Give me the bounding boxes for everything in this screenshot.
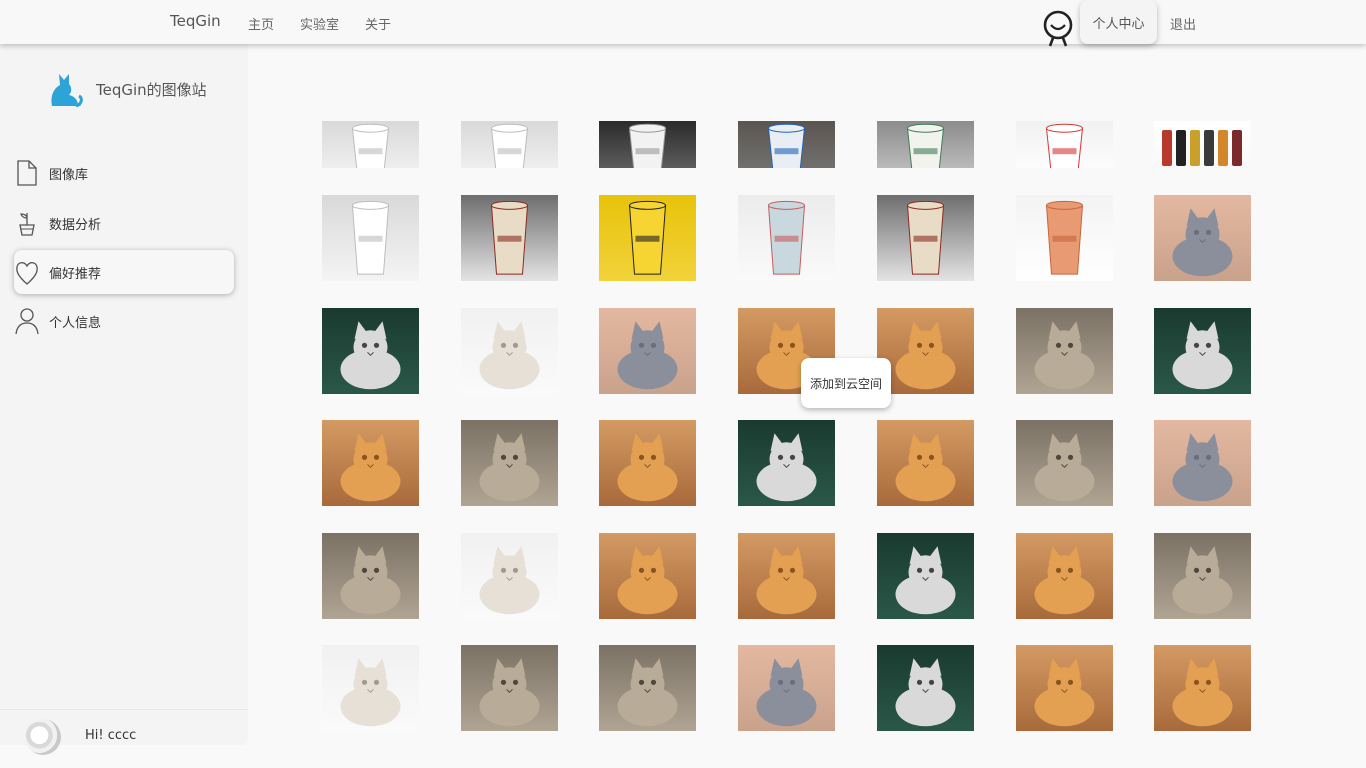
gallery-image[interactable] bbox=[322, 420, 419, 506]
gallery-image[interactable] bbox=[1016, 108, 1113, 168]
gallery-image[interactable] bbox=[877, 420, 974, 506]
heart-icon bbox=[14, 258, 40, 286]
gallery-image[interactable] bbox=[461, 195, 558, 281]
gallery-image[interactable] bbox=[1016, 645, 1113, 731]
gallery-image[interactable] bbox=[1016, 533, 1113, 619]
avatar[interactable] bbox=[25, 719, 61, 755]
gallery-image[interactable] bbox=[599, 533, 696, 619]
plant-icon bbox=[14, 209, 40, 237]
gallery-image[interactable] bbox=[599, 108, 696, 168]
gallery-image[interactable] bbox=[1154, 195, 1251, 281]
file-icon bbox=[14, 159, 40, 187]
brand-name[interactable]: TeqGin bbox=[170, 12, 221, 30]
menu-item-data-analysis[interactable]: 数据分析 bbox=[14, 201, 234, 245]
gallery-image[interactable] bbox=[1016, 420, 1113, 506]
gallery-image[interactable] bbox=[738, 420, 835, 506]
gallery-image[interactable] bbox=[322, 195, 419, 281]
nav-home[interactable]: 主页 bbox=[248, 14, 274, 33]
gallery-image[interactable] bbox=[1154, 308, 1251, 394]
gallery-image[interactable] bbox=[461, 420, 558, 506]
gallery-image[interactable] bbox=[738, 195, 835, 281]
gallery-image[interactable] bbox=[461, 108, 558, 168]
divider bbox=[0, 709, 248, 710]
menu-item-personal-info[interactable]: 个人信息 bbox=[14, 299, 234, 343]
gallery-image[interactable] bbox=[461, 645, 558, 731]
menu-item-image-library[interactable]: 图像库 bbox=[14, 151, 234, 195]
gallery-image[interactable] bbox=[877, 533, 974, 619]
gallery-image[interactable] bbox=[599, 645, 696, 731]
cat-logo-icon bbox=[48, 70, 84, 110]
nav-about[interactable]: 关于 bbox=[365, 14, 391, 33]
profile-center-button[interactable]: 个人中心 bbox=[1080, 0, 1157, 44]
gallery-image[interactable] bbox=[461, 533, 558, 619]
gallery-image[interactable] bbox=[1154, 533, 1251, 619]
gallery-image[interactable] bbox=[1016, 195, 1113, 281]
user-avatar-icon[interactable] bbox=[1040, 8, 1076, 48]
gallery-image[interactable] bbox=[1154, 108, 1251, 168]
user-greeting: Hi! cccc bbox=[85, 728, 137, 743]
gallery-image[interactable] bbox=[322, 308, 419, 394]
top-navigation-bar: TeqGin 主页 实验室 关于 个人中心 退出 bbox=[0, 0, 1366, 47]
gallery-image[interactable] bbox=[322, 108, 419, 168]
person-icon bbox=[14, 307, 40, 335]
site-title: TeqGin的图像站 bbox=[96, 81, 207, 99]
menu-item-preference-recommend[interactable]: 偏好推荐 bbox=[14, 250, 234, 294]
gallery-image[interactable] bbox=[599, 195, 696, 281]
gallery-image[interactable] bbox=[738, 645, 835, 731]
gallery-image[interactable] bbox=[877, 108, 974, 168]
gallery-image[interactable] bbox=[599, 308, 696, 394]
nav-lab[interactable]: 实验室 bbox=[300, 14, 339, 33]
gallery-image[interactable] bbox=[877, 308, 974, 394]
gallery-image[interactable] bbox=[322, 533, 419, 619]
menu-label: 数据分析 bbox=[49, 217, 102, 233]
gallery-image[interactable] bbox=[738, 533, 835, 619]
menu-label: 个人信息 bbox=[49, 315, 102, 331]
gallery-image[interactable] bbox=[461, 308, 558, 394]
menu-label: 图像库 bbox=[49, 167, 89, 183]
sidebar: TeqGin的图像站 图像库 数据分析 偏好推荐 个人信息 Hi! cccc bbox=[0, 44, 248, 755]
menu-label: 偏好推荐 bbox=[49, 266, 102, 282]
gallery-image[interactable] bbox=[877, 195, 974, 281]
gallery-image[interactable] bbox=[322, 645, 419, 731]
add-to-cloud-tooltip[interactable]: 添加到云空间 bbox=[801, 358, 891, 408]
gallery-image[interactable] bbox=[1016, 308, 1113, 394]
gallery-image[interactable] bbox=[1154, 645, 1251, 731]
gallery-image[interactable] bbox=[877, 645, 974, 731]
gallery-image[interactable] bbox=[1154, 420, 1251, 506]
gallery-image[interactable] bbox=[599, 420, 696, 506]
gallery-image[interactable] bbox=[738, 108, 835, 168]
logout-link[interactable]: 退出 bbox=[1170, 14, 1196, 33]
